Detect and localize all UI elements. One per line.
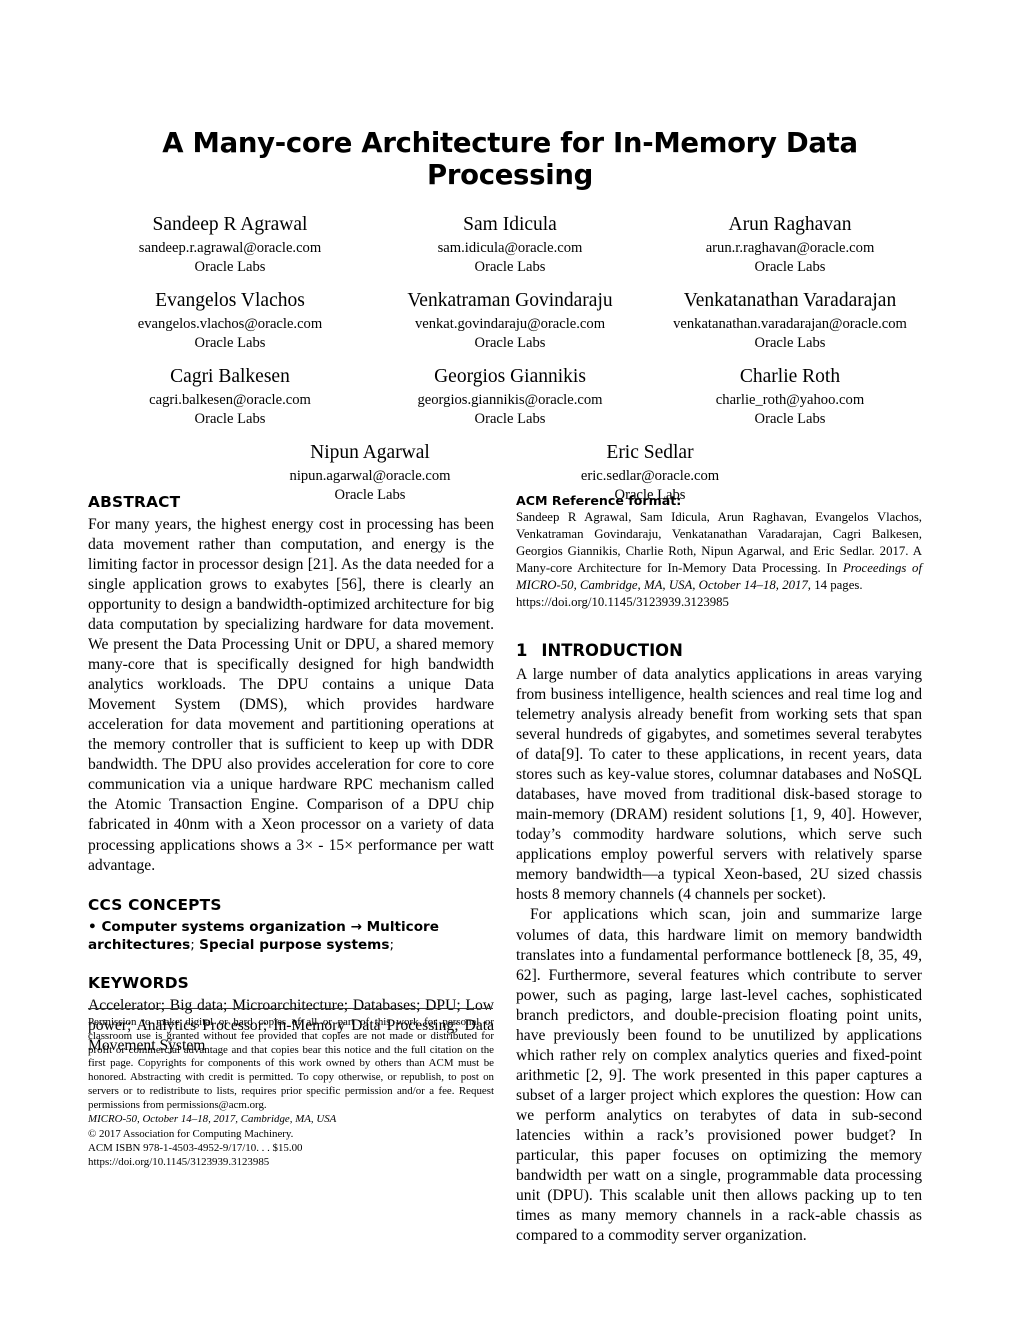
author-email[interactable]: evangelos.vlachos@oracle.com — [96, 315, 364, 334]
author-affiliation: Oracle Labs — [754, 335, 826, 352]
author-affiliation: Oracle Labs — [474, 259, 546, 276]
copyright-block: Permission to make digital or hard copie… — [88, 1008, 494, 1169]
author-affiliation: Oracle Labs — [754, 410, 826, 427]
author-row: Evangelos Vlachos evangelos.vlachos@orac… — [88, 289, 932, 353]
author-name: Arun Raghavan — [728, 214, 852, 236]
ccs-separator: ; — [389, 936, 395, 953]
author-name: Cagri Balkesen — [170, 366, 290, 388]
introduction-paragraph-1: A large number of data analytics applica… — [516, 666, 922, 904]
keywords-heading: KEYWORDS — [88, 973, 189, 992]
copyright-line: © 2017 Association for Computing Machine… — [88, 1127, 294, 1140]
author-row: Sandeep R Agrawal sandeep.r.agrawal@orac… — [88, 213, 932, 277]
author-entry: Evangelos Vlachos evangelos.vlachos@orac… — [90, 289, 370, 353]
author-email[interactable]: cagri.balkesen@oracle.com — [96, 391, 364, 410]
isbn-line: ACM ISBN 978-1-4503-4952-9/17/10. . . $1… — [88, 1141, 303, 1154]
author-entry: Arun Raghavan arun.r.raghavan@oracle.com… — [650, 213, 930, 277]
left-column: ABSTRACT For many years, the highest ene… — [88, 493, 494, 1056]
author-name: Sandeep R Agrawal — [152, 214, 308, 236]
author-name: Evangelos Vlachos — [155, 290, 305, 312]
author-email[interactable]: venkat.govindaraju@oracle.com — [376, 315, 644, 334]
ccs-concepts-heading: CCS CONCEPTS — [88, 895, 222, 914]
author-email[interactable]: arun.r.raghavan@oracle.com — [656, 239, 924, 258]
author-block: Sandeep R Agrawal sandeep.r.agrawal@orac… — [0, 213, 1020, 505]
acm-reference-heading: ACM Reference format: — [516, 493, 682, 508]
acm-reference-doi[interactable]: https://doi.org/10.1145/3123939.3123985 — [516, 595, 729, 609]
author-name: Georgios Giannikis — [434, 366, 586, 388]
author-affiliation: Oracle Labs — [474, 410, 546, 427]
acm-reference-line-2: 14 pages. — [811, 578, 863, 593]
ccs-tertiary: Special purpose systems — [199, 936, 390, 953]
author-name: Venkatanathan Varadarajan — [683, 290, 897, 312]
author-email[interactable]: sandeep.r.agrawal@oracle.com — [96, 239, 364, 258]
author-email[interactable]: eric.sedlar@oracle.com — [516, 467, 784, 486]
author-entry: Charlie Roth charlie_roth@yahoo.com Orac… — [650, 365, 930, 429]
author-entry: Sam Idicula sam.idicula@oracle.com Oracl… — [370, 213, 650, 277]
right-column: ACM Reference format: Sandeep R Agrawal,… — [516, 493, 922, 1246]
footer-doi-link[interactable]: https://doi.org/10.1145/3123939.3123985 — [88, 1155, 494, 1169]
author-name: Sam Idicula — [463, 214, 557, 236]
introduction-heading: 1 INTRODUCTION — [516, 641, 922, 660]
ccs-bullet: • — [88, 918, 97, 935]
author-row: Cagri Balkesen cagri.balkesen@oracle.com… — [88, 365, 932, 429]
author-name: Charlie Roth — [739, 366, 841, 388]
author-entry: Sandeep R Agrawal sandeep.r.agrawal@orac… — [90, 213, 370, 277]
author-email[interactable]: sam.idicula@oracle.com — [376, 239, 644, 258]
ccs-primary: Computer systems organization — [101, 918, 346, 935]
paper-page: A Many-core Architecture for In-Memory D… — [0, 0, 1020, 1320]
page-title: A Many-core Architecture for In-Memory D… — [162, 127, 858, 191]
author-name: Eric Sedlar — [606, 441, 694, 463]
author-affiliation: Oracle Labs — [194, 335, 266, 352]
section-title: INTRODUCTION — [541, 641, 683, 661]
author-email[interactable]: venkatanathan.varadarajan@oracle.com — [656, 315, 924, 334]
author-affiliation: Oracle Labs — [754, 259, 826, 276]
author-affiliation: Oracle Labs — [194, 259, 266, 276]
permission-notice: Permission to make digital or hard copie… — [88, 1016, 494, 1111]
abstract-text: For many years, the highest energy cost … — [88, 516, 494, 874]
author-entry: Venkatraman Govindaraju venkat.govindara… — [370, 289, 650, 353]
author-affiliation: Oracle Labs — [194, 410, 266, 427]
author-name: Venkatraman Govindaraju — [407, 290, 613, 312]
acm-reference-text: Sandeep R Agrawal, Sam Idicula, Arun Rag… — [516, 509, 922, 611]
section-number: 1 — [516, 641, 528, 661]
author-entry: Venkatanathan Varadarajan venkatanathan.… — [650, 289, 930, 353]
title-block: A Many-core Architecture for In-Memory D… — [0, 0, 1020, 191]
introduction-paragraph-2: For applications which scan, join and su… — [516, 906, 922, 1244]
author-affiliation: Oracle Labs — [474, 335, 546, 352]
footer-divider — [88, 1008, 493, 1009]
ccs-concepts-text: • Computer systems organization → Multic… — [88, 918, 494, 954]
author-email[interactable]: nipun.agarwal@oracle.com — [236, 467, 504, 486]
abstract-heading: ABSTRACT — [88, 493, 181, 511]
author-email[interactable]: charlie_roth@yahoo.com — [656, 391, 924, 410]
author-name: Nipun Agarwal — [310, 441, 430, 463]
ccs-separator: ; — [190, 936, 195, 953]
author-email[interactable]: georgios.giannikis@oracle.com — [376, 391, 644, 410]
conference-line: MICRO-50, October 14–18, 2017, Cambridge… — [88, 1113, 337, 1126]
ccs-arrow-icon: → — [350, 918, 362, 935]
author-entry: Georgios Giannikis georgios.giannikis@or… — [370, 365, 650, 429]
author-entry: Cagri Balkesen cagri.balkesen@oracle.com… — [90, 365, 370, 429]
